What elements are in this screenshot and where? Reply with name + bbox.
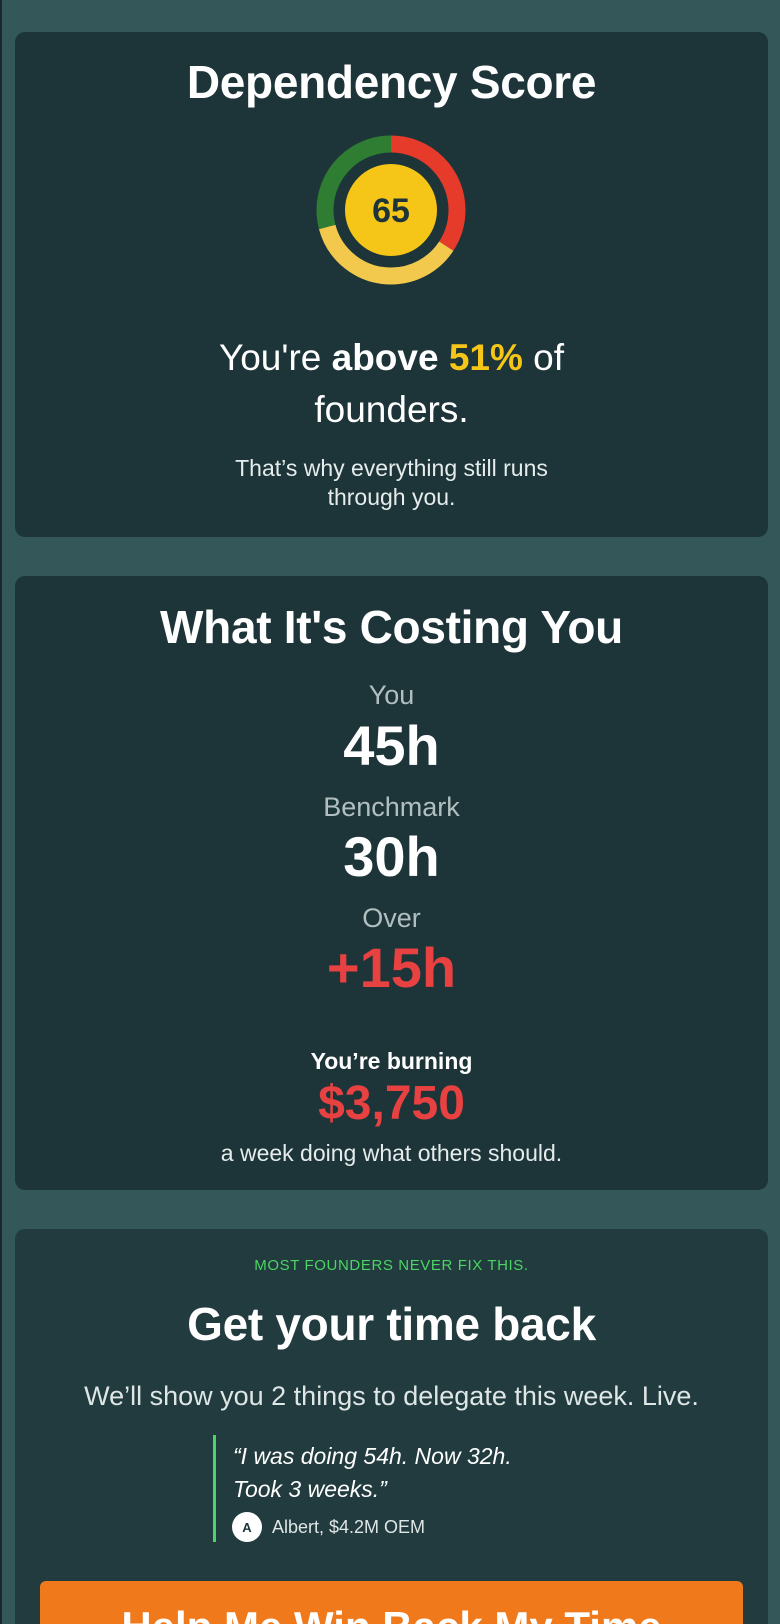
comparison-bold: above xyxy=(331,337,439,378)
dependency-score-card: Dependency Score 65 You're above 51% of … xyxy=(15,32,768,537)
score-card-title: Dependency Score xyxy=(186,56,597,108)
score-comparison: You're above 51% of founders. xyxy=(155,332,628,436)
window-edge xyxy=(0,0,2,1624)
metric-benchmark-value: 30h xyxy=(343,825,440,888)
cta-description: We’ll show you 2 things to delegate this… xyxy=(84,1381,699,1411)
page: Dependency Score 65 You're above 51% of … xyxy=(0,0,780,1624)
score-subtext: That’s why everything still runs through… xyxy=(235,455,548,510)
gauge-score-value: 65 xyxy=(372,192,410,230)
metric-over-value: +15h xyxy=(326,936,457,999)
cta-card: MOST FOUNDERS NEVER FIX THIS. Get your t… xyxy=(15,1229,768,1624)
cost-card-title: What It's Costing You xyxy=(160,601,623,653)
metric-you-label: You xyxy=(368,680,415,710)
win-back-time-button[interactable]: Help Me Win Back My Time xyxy=(40,1581,743,1624)
metric-you-value: 45h xyxy=(343,714,440,777)
dependency-score-gauge: 65 xyxy=(316,135,466,285)
testimonial-quote: “I was doing 54h. Now 32h. Took 3 weeks.… xyxy=(213,1435,556,1542)
quote-author: Albert, $4.2M OEM xyxy=(272,1517,426,1537)
comparison-percent: 51% xyxy=(448,337,523,378)
avatar: A xyxy=(232,1512,262,1542)
metric-benchmark-label: Benchmark xyxy=(323,792,460,822)
burn-subtext: a week doing what others should. xyxy=(220,1140,563,1166)
cta-title: Get your time back xyxy=(187,1298,596,1350)
burn-label: You’re burning xyxy=(310,1048,473,1074)
quote-text: “I was doing 54h. Now 32h. Took 3 weeks.… xyxy=(233,1440,553,1506)
cta-kicker: MOST FOUNDERS NEVER FIX THIS. xyxy=(254,1257,529,1274)
cost-card: What It's Costing You You 45h Benchmark … xyxy=(15,576,768,1190)
burn-value: $3,750 xyxy=(318,1077,465,1130)
quote-line-2: Took 3 weeks.” xyxy=(233,1476,387,1502)
quote-line-1: “I was doing 54h. Now 32h. xyxy=(233,1443,512,1469)
comparison-prefix: You're xyxy=(218,337,332,378)
metric-over-label: Over xyxy=(362,903,421,933)
